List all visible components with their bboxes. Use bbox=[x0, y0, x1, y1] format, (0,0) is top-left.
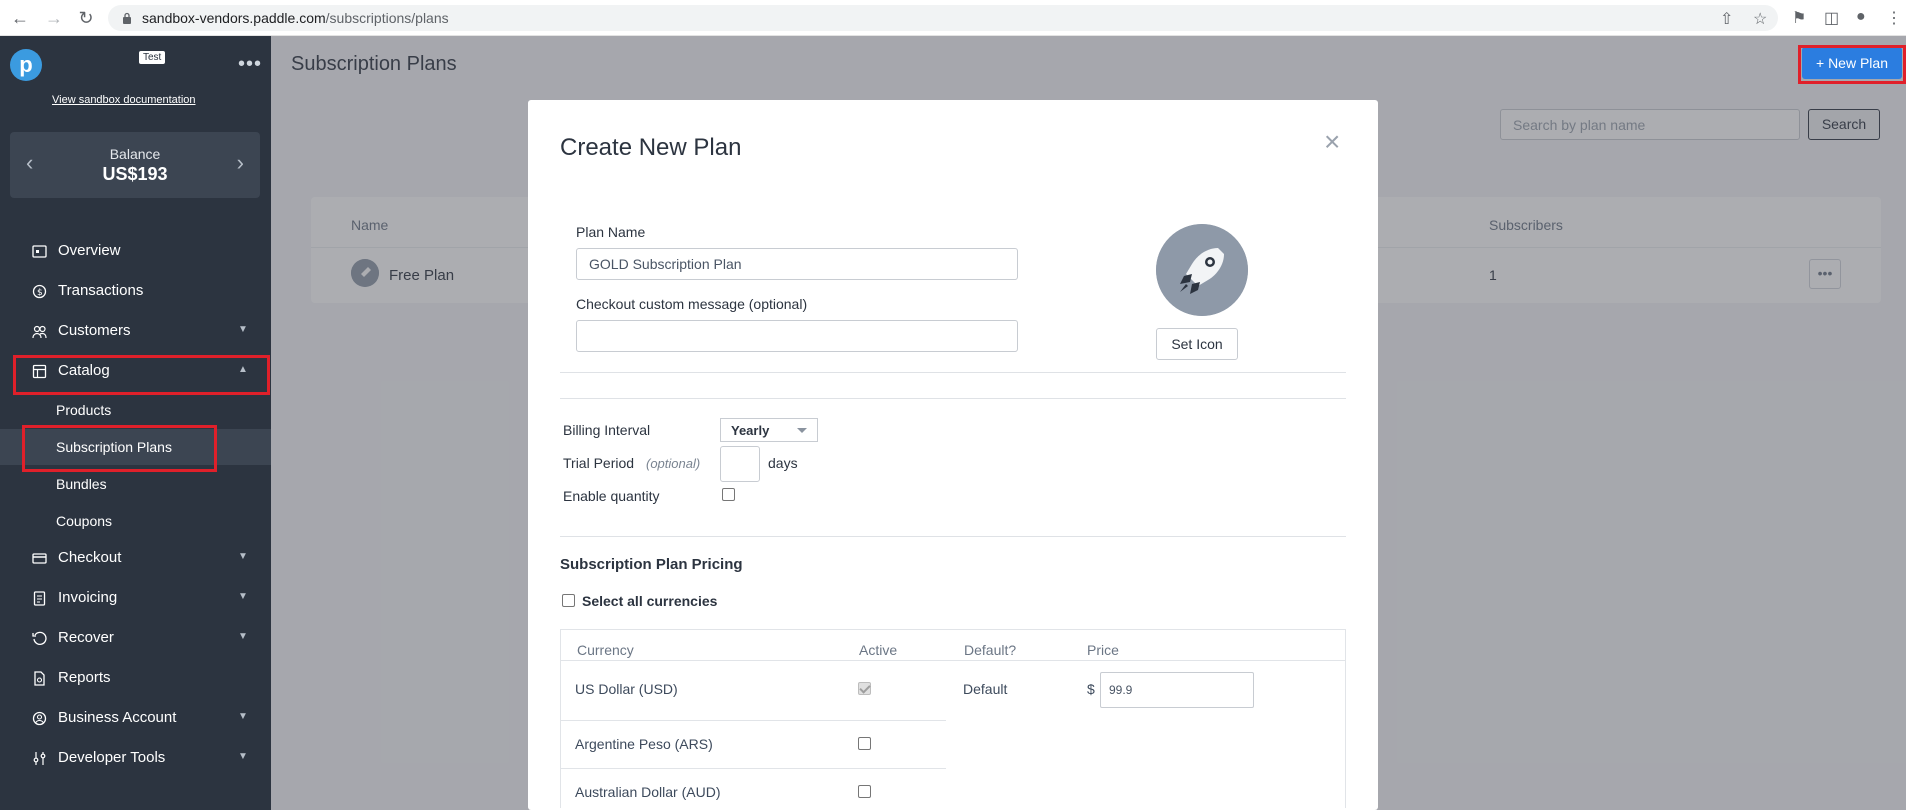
chevron-down-icon: ▼ bbox=[238, 591, 248, 602]
divider bbox=[560, 372, 1346, 373]
paddle-logo-icon[interactable]: p bbox=[10, 49, 42, 81]
reload-icon[interactable]: ↻ bbox=[76, 8, 96, 28]
sidebar-item-business-account[interactable]: Business Account ▼ bbox=[0, 700, 271, 736]
side-panel-icon[interactable]: ◫ bbox=[1824, 8, 1839, 28]
invoice-icon bbox=[33, 591, 46, 606]
trial-unit-label: days bbox=[768, 455, 798, 471]
users-icon bbox=[32, 325, 47, 339]
chevron-down-icon: ▼ bbox=[238, 631, 248, 642]
column-header-price: Price bbox=[1087, 642, 1119, 658]
active-checkbox-usd bbox=[858, 682, 871, 695]
checkout-message-label: Checkout custom message (optional) bbox=[576, 296, 808, 312]
sidebar-item-reports[interactable]: Reports bbox=[0, 660, 271, 696]
currency-table: Currency Active Default? Price bbox=[560, 629, 1346, 808]
divider bbox=[560, 536, 1346, 537]
pricing-section-title: Subscription Plan Pricing bbox=[560, 556, 743, 573]
active-checkbox-ars[interactable] bbox=[858, 737, 871, 750]
set-icon-button[interactable]: Set Icon bbox=[1156, 328, 1238, 360]
chevron-down-icon: ▼ bbox=[238, 324, 248, 335]
url-text: sandbox-vendors.paddle.com/subscriptions… bbox=[142, 10, 449, 26]
sidebar-item-catalog[interactable]: Catalog ▲ bbox=[0, 353, 271, 389]
sidebar-subitem-subscription-plans[interactable]: Subscription Plans bbox=[0, 429, 271, 465]
currency-symbol-usd: $ bbox=[1087, 681, 1095, 697]
lock-icon bbox=[123, 12, 131, 24]
overview-icon bbox=[32, 245, 47, 258]
sidebar-subitem-coupons[interactable]: Coupons bbox=[0, 503, 271, 539]
extensions-icon[interactable]: ⚑ bbox=[1792, 8, 1806, 28]
plan-name-label: Plan Name bbox=[576, 224, 646, 240]
enable-quantity-checkbox[interactable] bbox=[722, 488, 735, 501]
sidebar-item-recover[interactable]: Recover ▼ bbox=[0, 620, 271, 656]
sidebar-item-checkout[interactable]: Checkout ▼ bbox=[0, 540, 271, 576]
column-header-active: Active bbox=[859, 642, 898, 658]
checkout-message-input[interactable] bbox=[576, 320, 1018, 352]
catalog-icon bbox=[32, 364, 47, 379]
reports-icon bbox=[34, 671, 45, 686]
sidebar-item-overview[interactable]: Overview bbox=[0, 233, 271, 269]
account-icon bbox=[32, 711, 47, 726]
sidebar-item-developer-tools[interactable]: Developer Tools ▼ bbox=[0, 740, 271, 776]
credit-card-icon bbox=[32, 553, 47, 564]
new-plan-button[interactable]: + New Plan bbox=[1802, 47, 1902, 79]
chevron-down-icon: ▼ bbox=[238, 551, 248, 562]
price-input-usd[interactable]: 99.9 bbox=[1100, 672, 1254, 708]
currency-name-aud: Australian Dollar (AUD) bbox=[575, 784, 721, 800]
balance-value: US$193 bbox=[102, 164, 168, 184]
currency-name-usd: US Dollar (USD) bbox=[575, 681, 678, 697]
create-plan-modal: Create New Plan × Plan Name GOLD Subscri… bbox=[528, 100, 1378, 810]
chevron-up-icon: ▲ bbox=[238, 364, 248, 375]
trial-optional-hint: (optional) bbox=[646, 456, 701, 471]
sidebar: p Test ••• View sandbox documentation ‹ … bbox=[0, 36, 271, 810]
share-icon[interactable]: ⇧ bbox=[1720, 9, 1733, 29]
balance-card: ‹ Balance US$193 › bbox=[10, 132, 260, 198]
column-header-default: Default? bbox=[964, 642, 1017, 658]
star-icon[interactable]: ☆ bbox=[1753, 9, 1767, 29]
select-all-currencies-label: Select all currencies bbox=[582, 593, 718, 609]
recover-icon bbox=[32, 631, 47, 645]
plan-name-input[interactable]: GOLD Subscription Plan bbox=[576, 248, 1018, 280]
billing-interval-label: Billing Interval bbox=[563, 422, 651, 438]
sandbox-docs-link[interactable]: View sandbox documentation bbox=[52, 94, 196, 106]
forward-icon[interactable]: → bbox=[44, 8, 64, 28]
sidebar-subitem-bundles[interactable]: Bundles bbox=[0, 466, 271, 502]
env-badge: Test bbox=[139, 51, 166, 64]
select-all-currencies-checkbox[interactable] bbox=[562, 594, 575, 607]
enable-quantity-label: Enable quantity bbox=[563, 488, 660, 504]
chevron-down-icon: ▼ bbox=[238, 711, 248, 722]
address-bar[interactable]: sandbox-vendors.paddle.com/subscriptions… bbox=[108, 5, 1778, 31]
modal-title: Create New Plan bbox=[560, 134, 742, 161]
profile-icon[interactable]: ● bbox=[1856, 8, 1866, 26]
plan-rocket-icon[interactable] bbox=[1156, 224, 1248, 316]
divider bbox=[560, 398, 1346, 399]
more-dots-icon[interactable]: ••• bbox=[238, 53, 262, 76]
sidebar-item-customers[interactable]: Customers ▼ bbox=[0, 313, 271, 349]
browser-menu-icon[interactable]: ⋮ bbox=[1886, 8, 1902, 28]
back-icon[interactable]: ← bbox=[10, 8, 30, 28]
sidebar-item-invoicing[interactable]: Invoicing ▼ bbox=[0, 580, 271, 616]
close-icon[interactable]: × bbox=[1324, 126, 1340, 158]
svg-text:$: $ bbox=[37, 288, 43, 298]
active-checkbox-aud[interactable] bbox=[858, 785, 871, 798]
chevron-down-icon: ▼ bbox=[238, 751, 248, 762]
dollar-circle-icon: $ bbox=[32, 284, 47, 299]
trial-period-label: Trial Period bbox=[563, 455, 635, 471]
browser-toolbar: ← → ↻ sandbox-vendors.paddle.com/subscri… bbox=[0, 0, 1906, 36]
developer-tools-icon bbox=[33, 752, 46, 765]
trial-period-input[interactable] bbox=[720, 446, 760, 482]
sidebar-subitem-products[interactable]: Products bbox=[0, 392, 271, 428]
chevron-right-icon[interactable]: › bbox=[237, 150, 244, 176]
sidebar-item-transactions[interactable]: $ Transactions bbox=[0, 273, 271, 309]
column-header-currency: Currency bbox=[577, 642, 634, 658]
balance-label: Balance bbox=[109, 146, 161, 162]
default-label-usd: Default bbox=[963, 681, 1008, 697]
currency-name-ars: Argentine Peso (ARS) bbox=[575, 736, 713, 752]
billing-interval-select[interactable]: Yearly bbox=[720, 418, 818, 442]
caret-down-icon bbox=[797, 428, 807, 433]
